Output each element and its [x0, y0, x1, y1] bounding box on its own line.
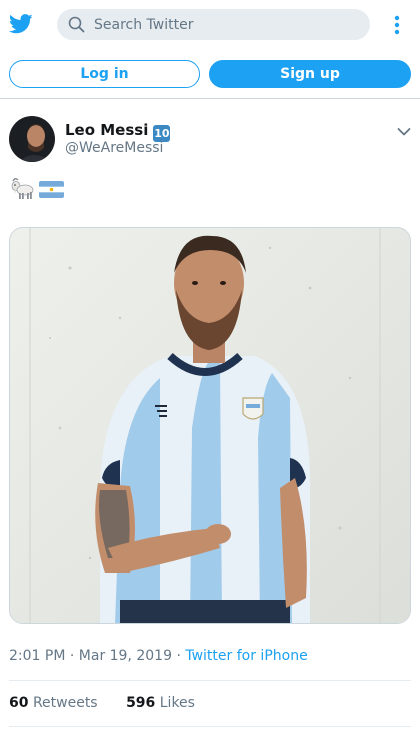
likes-count: 596 [126, 695, 156, 711]
top-bar [0, 0, 420, 50]
search-icon [68, 16, 85, 33]
tweet-photo[interactable] [9, 227, 411, 624]
vertical-ellipsis-icon[interactable] [389, 14, 405, 36]
header-divider [0, 98, 420, 99]
login-button[interactable]: Log in [9, 60, 200, 88]
avatar[interactable] [9, 116, 55, 162]
stats-divider-bottom [9, 726, 411, 727]
auth-row: Log in Sign up [0, 58, 420, 90]
retweets-count: 60 [9, 695, 29, 711]
author-name[interactable]: Leo Messi 10 [65, 121, 171, 142]
author-name-text[interactable]: Leo Messi [65, 121, 148, 139]
goat-emoji-icon [9, 177, 35, 201]
stats-divider-top [9, 680, 411, 681]
likes-label: Likes [159, 695, 195, 711]
meta-separator: · [69, 648, 79, 664]
likes-stat[interactable]: 596 Likes [126, 695, 195, 711]
tweet-source-link[interactable]: Twitter for iPhone [185, 648, 307, 664]
signup-button[interactable]: Sign up [209, 60, 411, 88]
tweet-time[interactable]: 2:01 PM [9, 648, 65, 664]
tweet-timestamp: 2:01 PM · Mar 19, 2019 · Twitter for iPh… [9, 648, 308, 664]
search-bar[interactable] [57, 9, 370, 40]
tweet-date[interactable]: Mar 19, 2019 [79, 648, 172, 664]
search-input[interactable] [94, 9, 354, 40]
tweet-stats: 60 Retweets 596 Likes [9, 695, 219, 711]
twitter-bird-icon[interactable] [8, 13, 33, 35]
retweets-label: Retweets [32, 695, 98, 711]
argentina-flag-icon [39, 181, 64, 198]
author-handle[interactable]: @WeAreMessi [65, 140, 163, 156]
retweets-stat[interactable]: 60 Retweets [9, 695, 98, 711]
chevron-down-icon[interactable] [397, 122, 411, 136]
